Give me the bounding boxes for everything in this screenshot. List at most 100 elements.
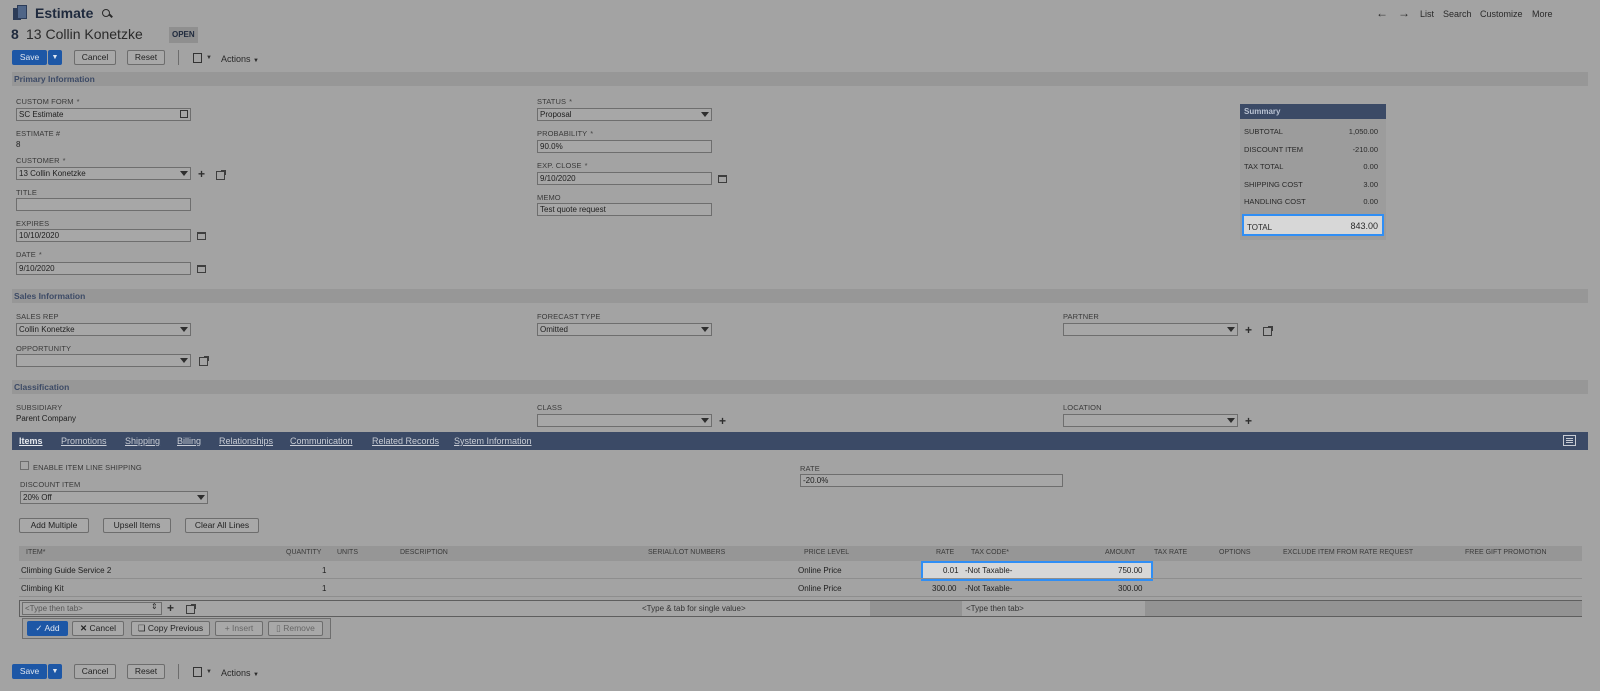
tab-related-records[interactable]: Related Records bbox=[372, 436, 439, 446]
record-name: 13 Collin Konetzke bbox=[26, 26, 143, 42]
add-location-plus-icon[interactable]: + bbox=[1245, 415, 1252, 427]
expires-calendar-icon[interactable] bbox=[197, 232, 206, 240]
nav-more-link[interactable]: More bbox=[1532, 9, 1553, 19]
save-options-dropdown[interactable]: ▼ bbox=[48, 50, 62, 65]
tab-billing[interactable]: Billing bbox=[177, 436, 201, 446]
entry-item-list-icon[interactable]: ⇕ bbox=[151, 602, 158, 611]
upsell-items-button[interactable]: Upsell Items bbox=[103, 518, 171, 533]
clear-all-lines-button[interactable]: Clear All Lines bbox=[185, 518, 259, 533]
tab-shipping[interactable]: Shipping bbox=[125, 436, 160, 446]
row2-item[interactable]: Climbing Kit bbox=[21, 584, 64, 593]
save-button[interactable]: Save bbox=[12, 50, 47, 65]
save-button-bottom[interactable]: Save bbox=[12, 664, 47, 679]
reset-button-bottom[interactable]: Reset bbox=[127, 664, 165, 679]
save-options-dropdown-bottom[interactable]: ▼ bbox=[48, 664, 62, 679]
tab-promotions[interactable]: Promotions bbox=[61, 436, 107, 446]
enable-line-shipping-checkbox[interactable] bbox=[20, 461, 29, 470]
line-cancel-button[interactable]: ✕ Cancel bbox=[72, 621, 124, 636]
date-calendar-icon[interactable] bbox=[197, 265, 206, 273]
title-label: TITLE bbox=[16, 188, 37, 197]
exp-close-date-input[interactable]: 9/10/2020 bbox=[537, 172, 712, 185]
print-icon-bottom[interactable] bbox=[193, 667, 202, 677]
class-select[interactable] bbox=[537, 414, 712, 427]
opportunity-select[interactable] bbox=[16, 354, 191, 367]
print-dropdown-icon[interactable]: ▼ bbox=[206, 55, 212, 61]
discount-rate-input[interactable]: -20.0% bbox=[800, 474, 1063, 487]
probability-input[interactable]: 90.0% bbox=[537, 140, 712, 153]
actions-menu-bottom[interactable]: Actions ▼ bbox=[221, 668, 259, 678]
memo-input[interactable]: Test quote request bbox=[537, 203, 712, 216]
tab-system-information[interactable]: System Information bbox=[454, 436, 532, 446]
row1-item[interactable]: Climbing Guide Service 2 bbox=[21, 566, 111, 575]
nav-search-link[interactable]: Search bbox=[1443, 9, 1472, 19]
entry-item-input[interactable]: <Type then tab> bbox=[22, 602, 162, 615]
open-opportunity-icon[interactable] bbox=[199, 356, 209, 366]
row2-price-level[interactable]: Online Price bbox=[798, 584, 842, 593]
reset-button[interactable]: Reset bbox=[127, 50, 165, 65]
summary-title: Summary bbox=[1244, 107, 1281, 116]
tab-items[interactable]: Items bbox=[19, 436, 43, 446]
entry-tax-code-placeholder[interactable]: <Type then tab> bbox=[966, 604, 1024, 613]
row1-tax-code[interactable]: -Not Taxable- bbox=[965, 566, 1012, 575]
open-partner-icon[interactable] bbox=[1263, 326, 1273, 336]
copy-previous-button[interactable]: ❏ Copy Previous bbox=[131, 621, 210, 636]
forecast-type-label: FORECAST TYPE bbox=[537, 312, 601, 321]
actions-menu[interactable]: Actions ▼ bbox=[221, 54, 259, 64]
partner-select[interactable] bbox=[1063, 323, 1238, 336]
cancel-button-bottom[interactable]: Cancel bbox=[74, 664, 116, 679]
sales-info-section[interactable]: Sales Information bbox=[12, 289, 1588, 303]
customer-select[interactable]: 13 Collin Konetzke bbox=[16, 167, 191, 180]
classification-section[interactable]: Classification bbox=[12, 380, 1588, 394]
nav-back-icon[interactable]: ← bbox=[1376, 6, 1388, 20]
add-partner-plus-icon[interactable]: + bbox=[1245, 324, 1252, 336]
entry-open-item-icon[interactable] bbox=[186, 604, 196, 614]
form-list-icon[interactable] bbox=[180, 110, 188, 118]
col-price-level: PRICE LEVEL bbox=[804, 549, 850, 556]
row2-rate[interactable]: 300.00 bbox=[932, 584, 956, 593]
row1-price-level[interactable]: Online Price bbox=[798, 566, 842, 575]
status-select[interactable]: Proposal bbox=[537, 108, 712, 121]
add-multiple-button[interactable]: Add Multiple bbox=[19, 518, 89, 533]
print-icon[interactable] bbox=[193, 53, 202, 63]
sales-rep-select[interactable]: Collin Konetzke bbox=[16, 323, 191, 336]
summary-row-label: HANDLING COST bbox=[1244, 197, 1306, 206]
summary-row: DISCOUNT ITEM -210.00 bbox=[1244, 145, 1378, 154]
row1-quantity[interactable]: 1 bbox=[322, 566, 326, 575]
print-dropdown-icon-bottom[interactable]: ▼ bbox=[206, 669, 212, 675]
row1-rate[interactable]: 0.01 bbox=[943, 566, 959, 575]
tab-relationships[interactable]: Relationships bbox=[219, 436, 273, 446]
location-select[interactable] bbox=[1063, 414, 1238, 427]
row1-amount[interactable]: 750.00 bbox=[1118, 566, 1142, 575]
nav-customize-link[interactable]: Customize bbox=[1480, 9, 1523, 19]
row2-tax-code[interactable]: -Not Taxable- bbox=[965, 584, 1012, 593]
line-cancel-label: Cancel bbox=[89, 623, 116, 633]
tab-menu-icon[interactable] bbox=[1563, 435, 1576, 446]
line-remove-button[interactable]: ▯ Remove bbox=[268, 621, 323, 636]
title-input[interactable] bbox=[16, 198, 191, 211]
line-add-button[interactable]: ✓ Add bbox=[27, 621, 68, 636]
custom-form-select[interactable]: SC Estimate bbox=[16, 108, 191, 121]
expires-date-input[interactable]: 10/10/2020 bbox=[16, 229, 191, 242]
cancel-button[interactable]: Cancel bbox=[74, 50, 116, 65]
summary-row: SHIPPING COST 3.00 bbox=[1244, 180, 1378, 189]
nav-forward-icon[interactable]: → bbox=[1398, 6, 1410, 20]
entry-serial-placeholder[interactable]: <Type & tab for single value> bbox=[642, 604, 746, 613]
primary-info-section[interactable]: Primary Information bbox=[12, 72, 1588, 86]
summary-row: HANDLING COST 0.00 bbox=[1244, 197, 1378, 206]
record-number: 8 bbox=[11, 26, 19, 42]
discount-item-select[interactable]: 20% Off bbox=[20, 491, 208, 504]
tab-communication[interactable]: Communication bbox=[290, 436, 353, 446]
custom-form-label: CUSTOM FORM * bbox=[16, 97, 80, 106]
row2-quantity[interactable]: 1 bbox=[322, 584, 326, 593]
row2-amount[interactable]: 300.00 bbox=[1118, 584, 1142, 593]
open-customer-icon[interactable] bbox=[216, 170, 226, 180]
add-class-plus-icon[interactable]: + bbox=[719, 415, 726, 427]
add-customer-plus-icon[interactable]: + bbox=[198, 168, 205, 180]
nav-list-link[interactable]: List bbox=[1420, 9, 1434, 19]
date-input[interactable]: 9/10/2020 bbox=[16, 262, 191, 275]
entry-add-item-plus-icon[interactable]: + bbox=[167, 602, 174, 614]
forecast-type-select[interactable]: Omitted bbox=[537, 323, 712, 336]
search-icon[interactable] bbox=[102, 9, 113, 19]
exp-close-calendar-icon[interactable] bbox=[718, 175, 727, 183]
line-insert-button[interactable]: + Insert bbox=[215, 621, 263, 636]
